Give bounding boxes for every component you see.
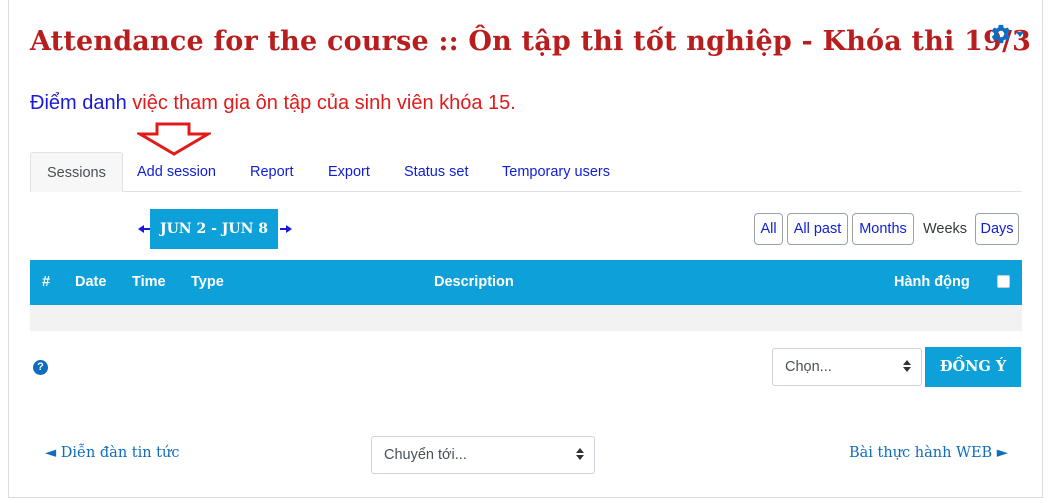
page-title: Attendance for the course :: Ôn tập thi … [30,26,1032,57]
view-all-past-button[interactable]: All past [787,213,848,245]
subtitle-description: việc tham gia ôn tập của sinh viên khóa … [126,92,516,114]
tab-bar: Sessions Add session Report Export Statu… [30,152,1022,192]
tab-report[interactable]: Report [250,152,294,192]
chevron-down-icon [1016,31,1024,37]
prev-activity-link[interactable]: ◄ Diễn đàn tin tức [45,445,179,461]
tab-sessions[interactable]: Sessions [30,152,123,192]
bulk-action-select[interactable]: Chọn... [772,348,922,386]
next-activity-link[interactable]: Bài thực hành WEB ► [849,445,1008,461]
column-time[interactable]: Time [132,260,166,305]
arrow-left-icon[interactable] [138,224,150,234]
tab-export[interactable]: Export [328,152,370,192]
jump-to-value: Chuyển tới... [384,447,467,463]
view-all-button[interactable]: All [754,213,783,245]
subtitle-label: Điểm danh [30,92,127,114]
settings-menu[interactable] [990,22,1030,46]
table-row [30,305,1022,331]
view-days-button[interactable]: Days [975,213,1019,245]
view-weeks-current: Weeks [923,221,968,237]
page-frame [8,0,1043,498]
help-icon[interactable]: ? [33,360,48,375]
tab-status-set[interactable]: Status set [404,152,468,192]
column-description: Description [434,274,514,290]
column-actions: Hành động [894,274,970,290]
column-type: Type [191,274,224,290]
jump-to-select[interactable]: Chuyển tới... [371,436,595,474]
view-months-button[interactable]: Months [852,213,914,245]
select-arrows-icon [576,448,584,460]
annotation-arrow-icon [137,122,211,156]
select-all-checkbox[interactable] [997,275,1010,288]
column-number: # [42,274,51,290]
gear-icon [991,24,1010,44]
ok-button[interactable]: ĐỒNG Ý [925,347,1021,387]
sessions-table-header: # Date Time Type Description Hành động [30,260,1022,305]
tab-temporary-users[interactable]: Temporary users [502,152,610,192]
select-arrows-icon [903,360,911,372]
arrow-right-icon[interactable] [280,224,292,234]
column-date[interactable]: Date [75,260,106,305]
current-week-button[interactable]: JUN 2 - JUN 8 [150,209,278,249]
tab-add-session[interactable]: Add session [137,152,216,192]
page-subtitle: Điểm danh việc tham gia ôn tập của sinh … [30,92,516,115]
bulk-action-value: Chọn... [785,359,832,375]
